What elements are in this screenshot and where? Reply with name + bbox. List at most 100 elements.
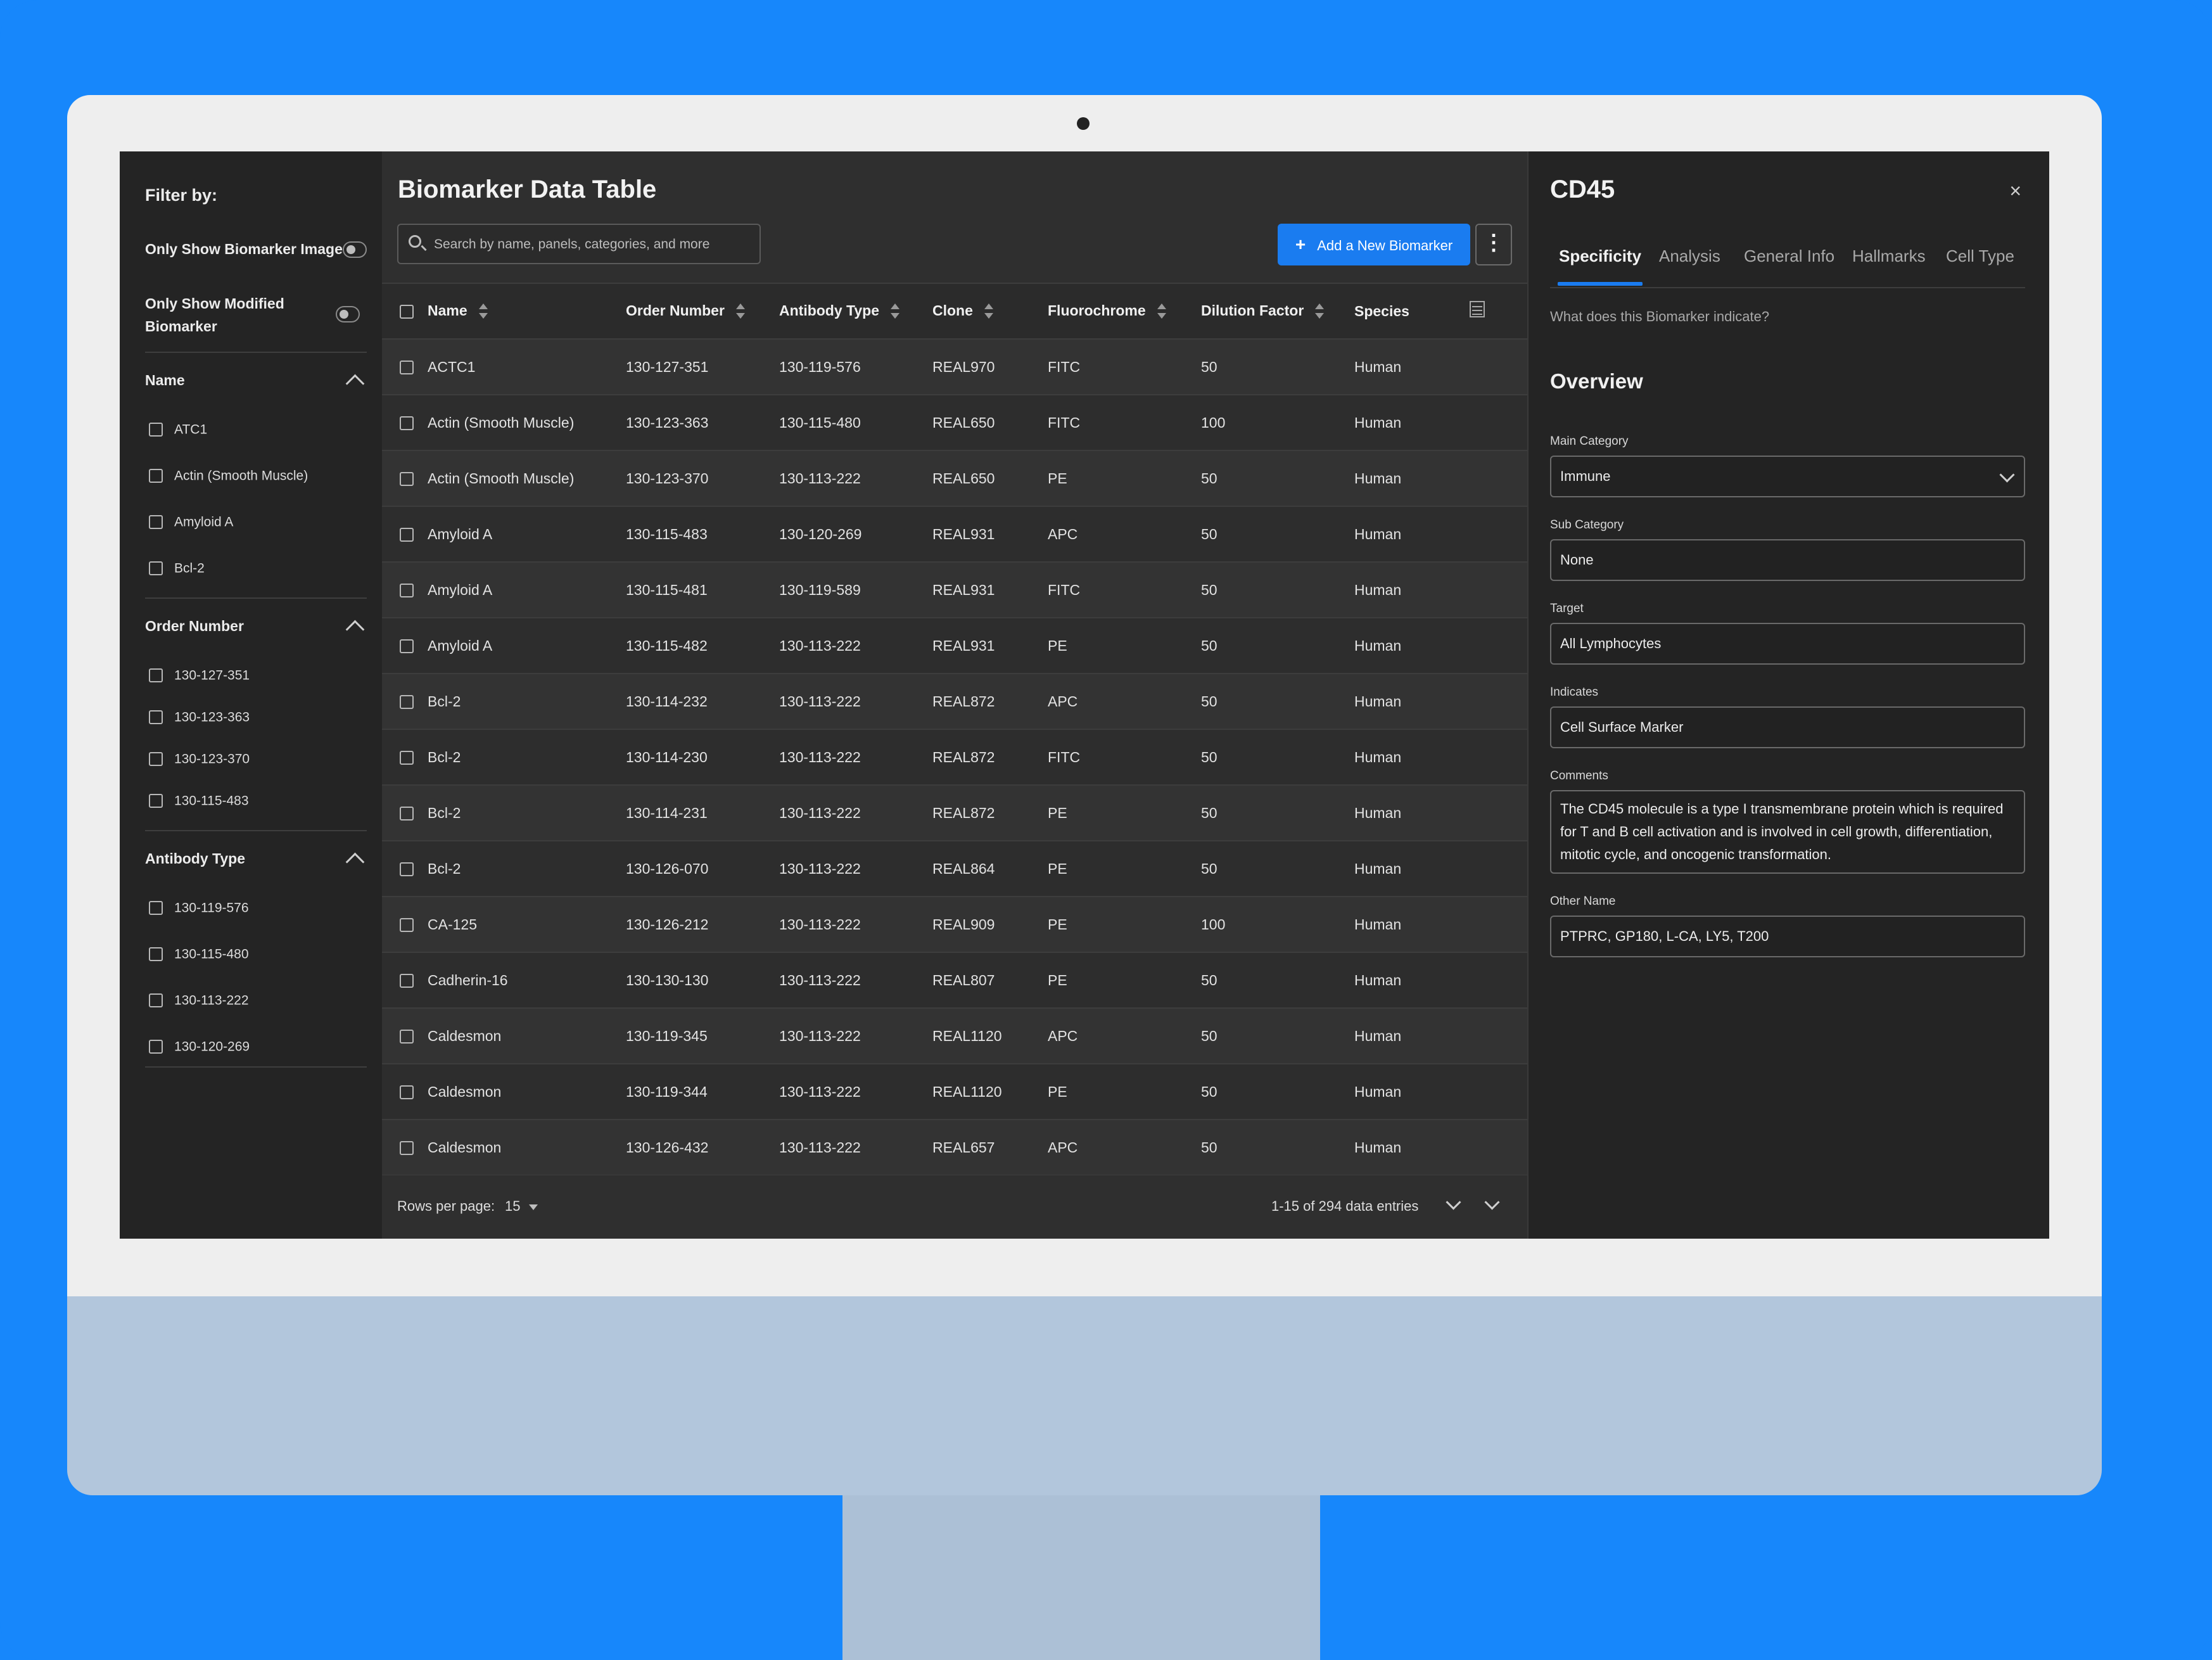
table-row[interactable]: ACTC1 130-127-351 130-119-576 REAL970 FITC 50… xyxy=(382,339,1527,395)
table-row[interactable]: Bcl-2 130-114-231 130-113-222 REAL872 PE 50 Hu… xyxy=(382,785,1527,841)
filter-option[interactable]: 130-127-351 xyxy=(149,666,250,685)
table-row[interactable]: Cadherin-16 130-130-130 130-113-222 REAL807… xyxy=(382,952,1527,1008)
row-select[interactable] xyxy=(382,674,428,729)
checkbox[interactable] xyxy=(400,305,414,319)
toggle-biomarker-image[interactable]: Only Show Biomarker Image xyxy=(145,238,367,260)
table-row[interactable]: Bcl-2 130-114-230 130-113-222 REAL872 FITC 50… xyxy=(382,729,1527,785)
checkbox[interactable] xyxy=(400,918,414,933)
chevron-up-icon[interactable] xyxy=(345,852,365,872)
column-header-antibody-type[interactable]: Antibody Type xyxy=(779,283,932,339)
filter-section-order-number[interactable]: Order Number xyxy=(145,618,367,639)
chevron-down-icon[interactable] xyxy=(1484,1194,1500,1210)
sort-icon[interactable] xyxy=(984,303,993,320)
row-select[interactable] xyxy=(382,562,428,618)
row-select[interactable] xyxy=(382,897,428,952)
filter-option[interactable]: 130-113-222 xyxy=(149,991,249,1010)
tab-hallmarks[interactable]: Hallmarks xyxy=(1852,246,1926,266)
tab-analysis[interactable]: Analysis xyxy=(1659,246,1720,266)
filter-option[interactable]: 130-115-483 xyxy=(149,791,249,810)
column-header-clone[interactable]: Clone xyxy=(932,283,1048,339)
checkbox[interactable] xyxy=(400,1085,414,1100)
table-row[interactable]: Amyloid A 130-115-482 130-113-222 REAL931 PE… xyxy=(382,618,1527,674)
search-box[interactable] xyxy=(397,224,761,264)
filter-section-antibody-type[interactable]: Antibody Type xyxy=(145,850,367,872)
filter-option[interactable]: 130-123-370 xyxy=(149,750,250,769)
table-row[interactable]: Caldesmon 130-126-432 130-113-222 REAL657 AP… xyxy=(382,1120,1527,1175)
search-input[interactable] xyxy=(433,225,752,264)
tab-general-info[interactable]: General Info xyxy=(1744,246,1834,266)
filter-option[interactable]: 130-115-480 xyxy=(149,945,249,964)
checkbox[interactable] xyxy=(400,1141,414,1156)
column-settings-icon[interactable] xyxy=(1470,301,1485,317)
checkbox[interactable] xyxy=(400,974,414,988)
chevron-up-icon[interactable] xyxy=(345,374,365,393)
chevron-up-icon[interactable] xyxy=(345,620,365,639)
checkbox[interactable] xyxy=(400,584,414,598)
checkbox[interactable] xyxy=(149,752,163,767)
table-row[interactable]: Caldesmon 130-119-345 130-113-222 REAL1120 A… xyxy=(382,1008,1527,1064)
checkbox[interactable] xyxy=(149,1040,163,1054)
filter-section-name[interactable]: Name xyxy=(145,372,367,393)
checkbox[interactable] xyxy=(400,862,414,877)
table-row[interactable]: Actin (Smooth Muscle) 130-123-370 130-113-… xyxy=(382,450,1527,506)
filter-option[interactable]: 130-123-363 xyxy=(149,708,250,727)
table-row[interactable]: Bcl-2 130-126-070 130-113-222 REAL864 PE 50 Hu… xyxy=(382,841,1527,897)
close-icon[interactable]: × xyxy=(2009,179,2021,203)
checkbox[interactable] xyxy=(149,710,163,725)
row-select[interactable] xyxy=(382,1064,428,1120)
row-select[interactable] xyxy=(382,618,428,674)
checkbox[interactable] xyxy=(149,561,163,576)
checkbox[interactable] xyxy=(149,947,163,962)
header-select-all[interactable] xyxy=(382,283,428,339)
checkbox[interactable] xyxy=(149,423,163,437)
table-row[interactable]: Amyloid A 130-115-483 130-120-269 REAL931 AP… xyxy=(382,506,1527,562)
checkbox[interactable] xyxy=(400,1030,414,1044)
filter-option[interactable]: Actin (Smooth Muscle) xyxy=(149,466,308,485)
checkbox[interactable] xyxy=(400,472,414,487)
indicates-field[interactable]: Cell Surface Marker xyxy=(1550,706,2025,748)
add-biomarker-button[interactable]: + Add a New Biomarker xyxy=(1278,224,1470,265)
row-select[interactable] xyxy=(382,841,428,897)
checkbox[interactable] xyxy=(400,695,414,710)
row-select[interactable] xyxy=(382,729,428,785)
table-row[interactable]: Bcl-2 130-114-232 130-113-222 REAL872 APC 50 H… xyxy=(382,674,1527,729)
filter-option[interactable]: 130-120-269 xyxy=(149,1037,250,1056)
table-row[interactable]: Amyloid A 130-115-481 130-119-589 REAL931 FI… xyxy=(382,562,1527,618)
checkbox[interactable] xyxy=(149,469,163,483)
filter-option[interactable]: 130-119-576 xyxy=(149,898,249,917)
more-options-button[interactable]: ⋮ xyxy=(1475,224,1512,265)
row-select[interactable] xyxy=(382,339,428,395)
table-row[interactable]: Actin (Smooth Muscle) 130-123-363 130-115-… xyxy=(382,395,1527,450)
table-row[interactable]: Caldesmon 130-119-344 130-113-222 REAL1120 P… xyxy=(382,1064,1527,1120)
tab-specificity[interactable]: Specificity xyxy=(1559,246,1641,266)
checkbox[interactable] xyxy=(400,528,414,542)
column-header-dilution-factor[interactable]: Dilution Factor xyxy=(1201,283,1354,339)
checkbox[interactable] xyxy=(400,751,414,765)
main-category-select[interactable]: Immune xyxy=(1550,456,2025,497)
sort-icon[interactable] xyxy=(735,303,745,320)
chevron-down-icon[interactable] xyxy=(1446,1194,1461,1210)
filter-option[interactable]: Bcl-2 xyxy=(149,559,205,578)
checkbox[interactable] xyxy=(149,668,163,683)
other-name-field[interactable]: PTPRC, GP180, L-CA, LY5, T200 xyxy=(1550,916,2025,957)
checkbox[interactable] xyxy=(149,794,163,808)
caret-down-icon[interactable] xyxy=(529,1204,538,1210)
sort-icon[interactable] xyxy=(1157,303,1166,320)
row-select[interactable] xyxy=(382,1120,428,1175)
checkbox[interactable] xyxy=(149,901,163,916)
sort-icon[interactable] xyxy=(1315,303,1325,320)
comments-field[interactable]: The CD45 molecule is a type I transmembr… xyxy=(1550,790,2025,874)
checkbox[interactable] xyxy=(400,416,414,431)
sort-icon[interactable] xyxy=(478,303,488,320)
checkbox[interactable] xyxy=(400,807,414,821)
column-header-fluorochrome[interactable]: Fluorochrome xyxy=(1048,283,1201,339)
rows-per-page-select[interactable]: 15 xyxy=(505,1198,520,1215)
filter-option[interactable]: ATC1 xyxy=(149,420,207,439)
row-select[interactable] xyxy=(382,1008,428,1064)
checkbox[interactable] xyxy=(400,639,414,654)
row-select[interactable] xyxy=(382,450,428,506)
row-select[interactable] xyxy=(382,506,428,562)
checkbox[interactable] xyxy=(149,515,163,530)
column-settings[interactable] xyxy=(1470,283,1527,339)
checkbox[interactable] xyxy=(400,361,414,375)
